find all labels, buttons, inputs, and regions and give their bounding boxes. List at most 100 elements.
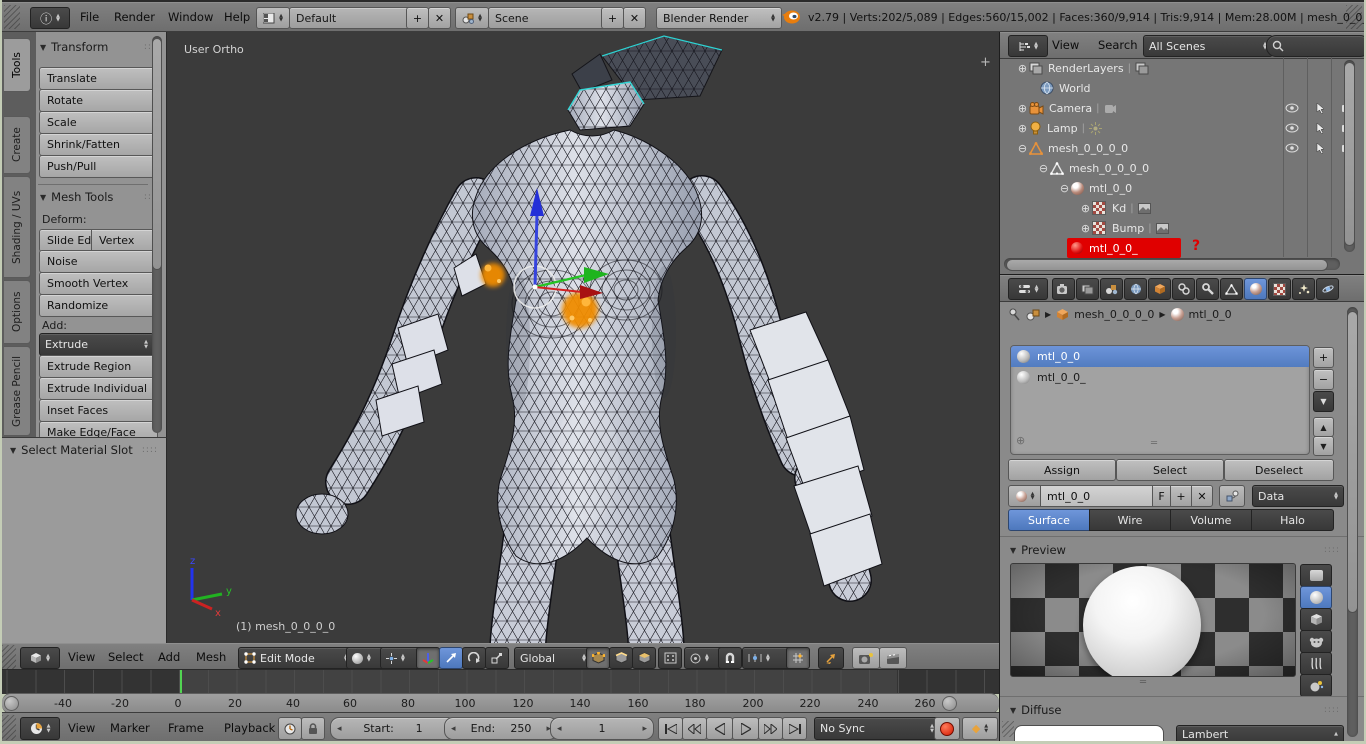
previous-keyframe-button[interactable]	[682, 717, 707, 740]
tab-physics[interactable]	[1316, 278, 1339, 300]
outliner-row-lamp[interactable]: ⊕ Lamp |	[1016, 118, 1296, 138]
snap-peel-button[interactable]	[818, 647, 844, 669]
display-mode-select[interactable]: All Scenes ▲▼	[1143, 35, 1273, 57]
editor-type-button[interactable]: ▲▼	[20, 717, 60, 740]
expand-icon[interactable]: ⊕	[1016, 102, 1029, 115]
layout-icon-button[interactable]: ▲▼	[256, 7, 290, 29]
panel-header-select-material-slot[interactable]: ▼ Select Material Slot::::	[2, 438, 166, 457]
lock-time-button[interactable]	[301, 717, 325, 740]
extrude-menu[interactable]: Extrude ▲▼	[39, 333, 154, 356]
scene-add-button[interactable]: +	[601, 7, 624, 29]
vertex-select-mode-button[interactable]	[586, 647, 610, 669]
panel-header-mesh-tools[interactable]: ▼ Mesh Tools::::	[40, 190, 160, 204]
properties-shelf-expand-icon[interactable]: +	[980, 55, 991, 70]
face-select-mode-button[interactable]	[632, 647, 656, 669]
eye-icon[interactable]	[1285, 143, 1299, 153]
tab-object[interactable]	[1148, 278, 1171, 300]
deselect-button[interactable]: Deselect	[1224, 459, 1334, 481]
assign-button[interactable]: Assign	[1008, 459, 1116, 481]
jump-to-end-button[interactable]	[782, 717, 807, 740]
scale-button[interactable]: Scale	[39, 111, 158, 134]
expand-icon[interactable]: ⊕	[1079, 222, 1092, 235]
menu-mesh[interactable]: Mesh	[190, 650, 232, 664]
material-add-button[interactable]: +	[1170, 485, 1192, 507]
increment-arrow-icon[interactable]: ▸	[642, 724, 647, 734]
tool-shelf-scrollbar[interactable]	[152, 36, 162, 433]
object-context-icon[interactable]	[1056, 308, 1069, 321]
preview-sphere-button[interactable]	[1300, 586, 1332, 609]
tab-material[interactable]	[1244, 278, 1267, 300]
preview-resize-grip[interactable]: ═	[1140, 677, 1147, 688]
preview-world-sphere-button[interactable]	[1300, 674, 1332, 697]
menu-help[interactable]: Help	[218, 10, 256, 24]
noise-button[interactable]: Noise	[39, 250, 158, 273]
corner-grip[interactable]	[1346, 5, 1362, 29]
record-button[interactable]	[934, 717, 960, 740]
timeline-ruler[interactable]: -40 -20 0 20 40 60 80 100 120 140 160 18…	[2, 693, 999, 714]
preview-monkey-button[interactable]	[1300, 630, 1332, 653]
shelf-tab-options[interactable]: Options	[4, 280, 31, 344]
panel-drag-dots-icon[interactable]: ::::	[1324, 705, 1340, 715]
end-frame-field[interactable]: ◂ End: 250 ▸	[444, 717, 558, 740]
shelf-tab-tools[interactable]: Tools	[4, 38, 31, 92]
outliner-row-mesh-data[interactable]: ⊖ mesh_0_0_0_0	[1037, 158, 1317, 178]
outliner-row-mesh-object[interactable]: ⊖ mesh_0_0_0_0	[1016, 138, 1296, 158]
menu-view[interactable]: View	[62, 650, 101, 664]
preview-hair-button[interactable]	[1300, 652, 1332, 675]
collapse-icon[interactable]: ⊖	[1016, 142, 1029, 155]
corner-grip[interactable]	[4, 5, 20, 29]
expand-icon[interactable]: ⊕	[1016, 122, 1029, 135]
menu-render[interactable]: Render	[108, 10, 161, 24]
material-slot-item[interactable]: mtl_0_0_	[1011, 367, 1309, 388]
snap-grid-button[interactable]	[786, 647, 810, 669]
render-opengl-button[interactable]	[852, 647, 880, 669]
editor-type-button[interactable]: ⓘ ▲▼	[30, 7, 70, 29]
cursor-select-icon[interactable]	[1316, 122, 1326, 134]
link-data-select[interactable]: Data ▲▼	[1252, 485, 1344, 507]
slot-move-up-button[interactable]: ▲	[1313, 417, 1334, 437]
outliner-row-texture-bump[interactable]: ⊕ Bump |	[1079, 218, 1359, 238]
material-browse-button[interactable]: ▲▼	[1008, 485, 1042, 507]
sync-mode-select[interactable]: No Sync ▲▼	[814, 717, 940, 740]
pin-icon[interactable]	[1008, 308, 1021, 321]
scene-context-icon[interactable]	[1026, 309, 1040, 321]
material-context-icon[interactable]	[1171, 308, 1184, 321]
scene-delete-button[interactable]: ✕	[623, 7, 646, 29]
tab-data[interactable]	[1220, 278, 1243, 300]
shelf-tab-grease-pencil[interactable]: Grease Pencil	[4, 346, 31, 436]
decrement-arrow-icon[interactable]: ◂	[451, 724, 456, 734]
menu-search[interactable]: Search	[1092, 38, 1144, 52]
manipulator-translate-button[interactable]	[439, 647, 463, 669]
material-slot-item-selected[interactable]: mtl_0_0	[1011, 346, 1309, 367]
limit-to-visible-button[interactable]	[658, 647, 682, 669]
outliner-row-texture-kd[interactable]: ⊕ Kd |	[1079, 198, 1359, 218]
slot-move-down-button[interactable]: ▼	[1313, 436, 1334, 456]
tab-render-layers[interactable]	[1076, 278, 1099, 300]
outliner-horizontal-scrollbar[interactable]	[1004, 258, 1340, 270]
play-reverse-button[interactable]	[706, 717, 733, 740]
shelf-tab-create[interactable]: Create	[4, 116, 31, 174]
vertex-slide-button[interactable]: Vertex	[91, 229, 158, 252]
type-surface-button[interactable]: Surface	[1008, 509, 1090, 531]
push-pull-button[interactable]: Push/Pull	[39, 155, 158, 178]
make-edge-face-button[interactable]: Make Edge/Face	[39, 421, 158, 437]
keying-set-select[interactable]: ◆ ▲▼	[962, 717, 998, 740]
properties-vertical-scrollbar[interactable]	[1347, 307, 1358, 737]
panel-drag-dots-icon[interactable]: ::::	[1324, 545, 1340, 555]
slot-add-button[interactable]: +	[1313, 347, 1334, 368]
render-opengl-animation-button[interactable]	[879, 647, 907, 669]
next-keyframe-button[interactable]	[758, 717, 783, 740]
extrude-individual-button[interactable]: Extrude Individual	[39, 377, 158, 400]
rotate-button[interactable]: Rotate	[39, 89, 158, 112]
decrement-arrow-icon[interactable]: ◂	[557, 724, 562, 734]
tab-particles[interactable]	[1292, 278, 1315, 300]
current-frame-field[interactable]: ◂ 1 ▸	[550, 717, 654, 740]
eye-icon[interactable]	[1285, 123, 1299, 133]
tab-world[interactable]	[1124, 278, 1147, 300]
render-engine-select[interactable]: Blender Render ▲▼	[656, 7, 782, 29]
material-unlink-button[interactable]: ✕	[1191, 485, 1213, 507]
cursor-select-icon[interactable]	[1316, 142, 1326, 154]
cursor-select-icon[interactable]	[1316, 102, 1326, 114]
editor-type-button[interactable]: ▲▼	[1008, 35, 1048, 57]
eye-icon[interactable]	[1285, 103, 1299, 113]
